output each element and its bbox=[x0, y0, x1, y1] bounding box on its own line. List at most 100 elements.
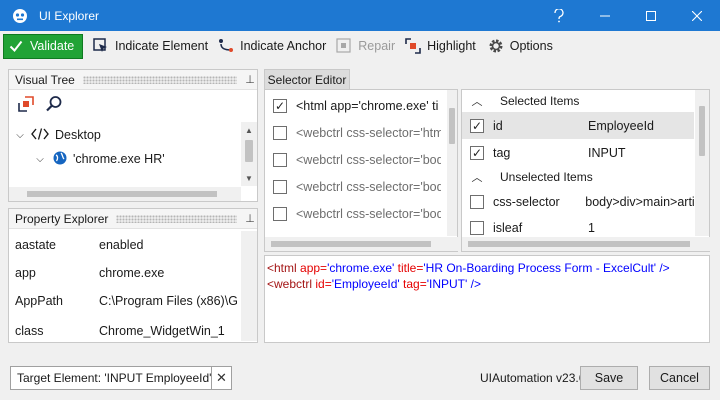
node-checkbox[interactable] bbox=[273, 125, 287, 140]
nodes-hscrollbar[interactable] bbox=[265, 237, 459, 251]
tree-item-desktop[interactable]: ⌵ Desktop bbox=[9, 122, 241, 148]
chevron-up-icon[interactable]: ︿ bbox=[462, 93, 492, 109]
selector-node[interactable]: <webctrl css-selector='bod bbox=[265, 146, 441, 173]
attribute-row[interactable]: id EmployeeId bbox=[462, 112, 694, 139]
indicate-element-icon bbox=[93, 38, 109, 54]
globe-icon bbox=[53, 151, 67, 168]
target-element-label: Target Element: 'INPUT EmployeeId' bbox=[17, 371, 211, 385]
validate-button[interactable]: Validate bbox=[3, 33, 83, 59]
property-value: C:\Program Files (x86)\Go bbox=[99, 294, 237, 308]
drag-grip[interactable] bbox=[116, 214, 237, 223]
pin-icon[interactable]: ⊥ bbox=[243, 73, 257, 86]
selected-items-header[interactable]: ︿ Selected Items bbox=[462, 90, 694, 112]
visual-tree-panel: Visual Tree ⊥ ⌵ Desktop ⌵ 'chrome.exe HR… bbox=[8, 69, 258, 202]
maximize-icon bbox=[646, 10, 656, 21]
selector-node[interactable]: <webctrl css-selector='htm bbox=[265, 119, 441, 146]
visual-tree-tools bbox=[9, 90, 257, 120]
options-label: Options bbox=[509, 39, 553, 53]
visual-tree: ⌵ Desktop ⌵ 'chrome.exe HR' bbox=[9, 122, 241, 170]
checkmark-icon bbox=[8, 38, 24, 54]
cancel-label: Cancel bbox=[660, 371, 699, 385]
attribute-name: css-selector bbox=[493, 194, 560, 209]
attribute-checkbox[interactable] bbox=[470, 118, 484, 133]
selector-node[interactable]: <webctrl css-selector='bod bbox=[265, 200, 441, 227]
target-element-field[interactable]: Target Element: 'INPUT EmployeeId' ✕ bbox=[10, 366, 232, 390]
visual-tree-hscrollbar[interactable] bbox=[9, 187, 241, 201]
node-text: <webctrl css-selector='bod bbox=[296, 152, 441, 167]
unselected-items-header[interactable]: ︿ Unselected Items bbox=[462, 166, 694, 188]
property-key: aastate bbox=[15, 238, 57, 252]
options-button[interactable]: Options bbox=[484, 33, 557, 59]
property-row[interactable]: aastate enabled bbox=[9, 231, 241, 259]
chevron-up-icon[interactable]: ︿ bbox=[462, 169, 492, 185]
node-text: <webctrl css-selector='htm bbox=[296, 125, 441, 140]
drag-grip[interactable] bbox=[82, 75, 237, 84]
attributes-hscrollbar[interactable] bbox=[462, 237, 711, 251]
property-row[interactable]: AppPath C:\Program Files (x86)\Go bbox=[9, 287, 241, 315]
node-checkbox[interactable] bbox=[273, 98, 287, 113]
scroll-down-arrow-icon[interactable]: ▼ bbox=[241, 170, 257, 186]
tab-selector-editor[interactable]: Selector Editor bbox=[264, 69, 350, 89]
attribute-row[interactable]: css-selector body>div>main>arti bbox=[462, 188, 694, 215]
locate-element-icon[interactable] bbox=[17, 95, 35, 116]
minimize-button[interactable] bbox=[582, 0, 628, 31]
help-button[interactable] bbox=[536, 0, 582, 31]
pin-icon[interactable]: ⊥ bbox=[243, 212, 257, 225]
selector-code-editor[interactable]: <html app='chrome.exe' title='HR On-Boar… bbox=[264, 255, 710, 343]
property-scrollbar[interactable] bbox=[241, 231, 257, 341]
visual-tree-scrollbar[interactable]: ▲ ▼ bbox=[241, 122, 257, 186]
property-key: app bbox=[15, 266, 36, 280]
close-button[interactable] bbox=[674, 0, 720, 31]
attribute-checkbox[interactable] bbox=[470, 194, 484, 209]
chevron-down-icon[interactable]: ⌵ bbox=[33, 154, 47, 165]
tab-label: Selector Editor bbox=[267, 72, 347, 87]
scroll-thumb[interactable] bbox=[468, 241, 690, 247]
node-text: <webctrl css-selector='bod bbox=[296, 179, 441, 194]
indicate-anchor-button[interactable]: Indicate Anchor bbox=[214, 33, 330, 59]
scroll-up-arrow-icon[interactable]: ▲ bbox=[241, 122, 257, 138]
highlight-button[interactable]: Highlight bbox=[401, 33, 480, 59]
attribute-checkbox[interactable] bbox=[470, 221, 484, 235]
close-icon[interactable]: ✕ bbox=[211, 367, 231, 389]
property-key: class bbox=[15, 324, 44, 338]
cancel-button[interactable]: Cancel bbox=[649, 366, 710, 390]
version-label: UIAutomation v23.6.1 bbox=[480, 371, 596, 385]
attribute-name: tag bbox=[493, 145, 511, 160]
indicate-element-button[interactable]: Indicate Element bbox=[89, 33, 212, 59]
selector-code-line: <webctrl id='EmployeeId' tag='INPUT' /> bbox=[267, 277, 481, 291]
selector-node[interactable]: <webctrl css-selector='bod bbox=[265, 173, 441, 200]
attribute-row[interactable]: tag INPUT bbox=[462, 139, 694, 166]
scroll-thumb[interactable] bbox=[245, 140, 253, 162]
indicate-anchor-icon bbox=[218, 38, 234, 54]
property-value: chrome.exe bbox=[99, 266, 165, 280]
attribute-name: isleaf bbox=[493, 221, 523, 235]
attributes-panel: ︿ Selected Items id EmployeeId tag INPUT… bbox=[461, 89, 711, 252]
selector-node[interactable]: <html app='chrome.exe' ti bbox=[265, 92, 441, 119]
nodes-scrollbar[interactable] bbox=[447, 90, 457, 236]
search-icon[interactable] bbox=[45, 95, 63, 116]
attribute-value: 1 bbox=[588, 221, 595, 235]
scroll-thumb[interactable] bbox=[271, 241, 431, 247]
tree-item-chrome[interactable]: ⌵ 'chrome.exe HR' bbox=[9, 148, 241, 170]
property-row[interactable]: app chrome.exe bbox=[9, 259, 241, 287]
save-button[interactable]: Save bbox=[580, 366, 638, 390]
node-checkbox[interactable] bbox=[273, 179, 287, 194]
attribute-checkbox[interactable] bbox=[470, 145, 484, 160]
attributes-scrollbar[interactable] bbox=[695, 90, 709, 236]
indicate-element-label: Indicate Element bbox=[115, 39, 209, 53]
title-bar: UI Explorer bbox=[0, 0, 720, 31]
toolbar: Validate Indicate Element Indicate Ancho… bbox=[0, 31, 720, 61]
scroll-thumb[interactable] bbox=[449, 108, 455, 144]
maximize-button[interactable] bbox=[628, 0, 674, 31]
property-row[interactable]: class Chrome_WidgetWin_1 bbox=[9, 317, 241, 339]
node-checkbox[interactable] bbox=[273, 206, 287, 221]
visual-tree-title: Visual Tree bbox=[15, 72, 75, 87]
tree-item-label: Desktop bbox=[55, 128, 101, 142]
node-text: <webctrl css-selector='bod bbox=[296, 206, 441, 221]
indicate-anchor-label: Indicate Anchor bbox=[240, 39, 327, 53]
node-checkbox[interactable] bbox=[273, 152, 287, 167]
scroll-thumb[interactable] bbox=[27, 191, 217, 197]
chevron-down-icon[interactable]: ⌵ bbox=[13, 130, 27, 141]
scroll-thumb[interactable] bbox=[699, 106, 705, 156]
repair-button[interactable]: Repair bbox=[332, 33, 399, 59]
